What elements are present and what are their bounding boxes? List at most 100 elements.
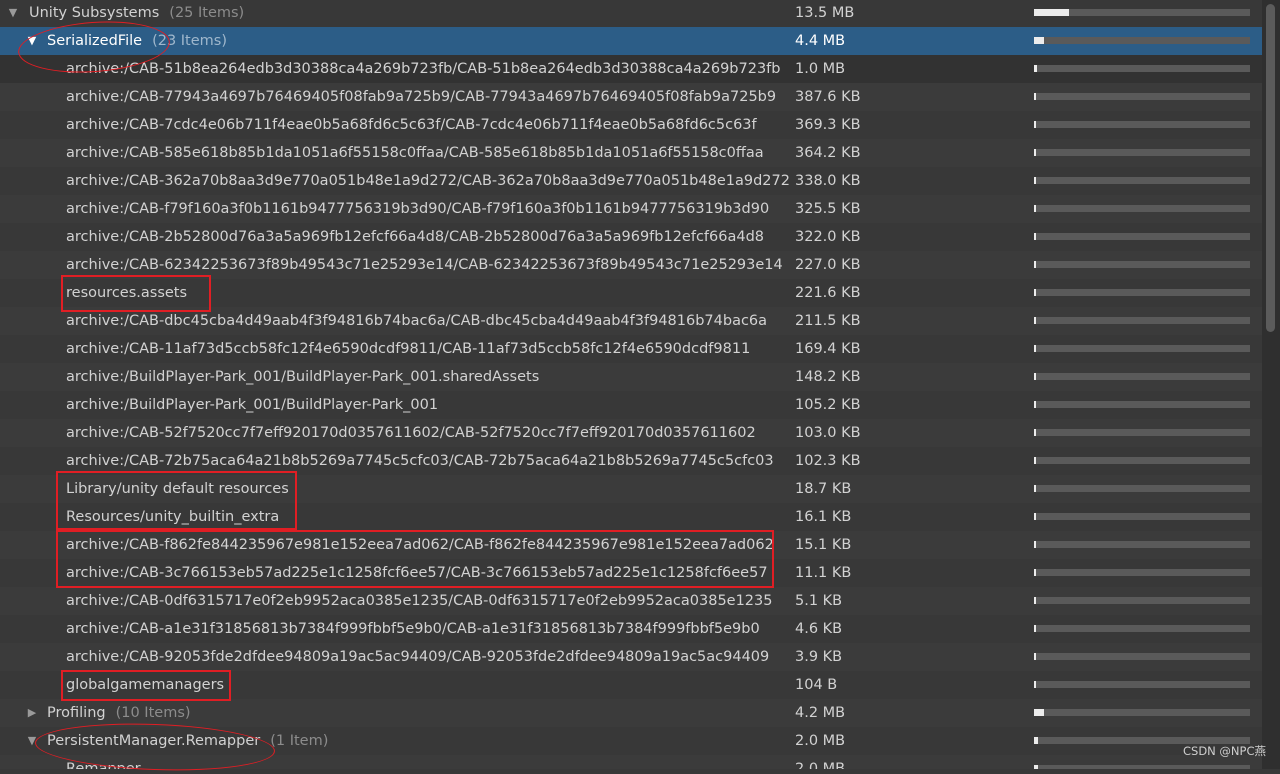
row-label: archive:/CAB-11af73d5ccb58fc12f4e6590dcd…	[66, 341, 751, 357]
row-label: archive:/CAB-52f7520cc7f7eff920170d03576…	[66, 425, 756, 441]
size-bar	[1034, 653, 1250, 660]
row-label: archive:/BuildPlayer-Park_001/BuildPlaye…	[66, 369, 540, 385]
size-bar-fill	[1034, 737, 1038, 744]
row-size: 105.2 KB	[795, 397, 861, 413]
tree-row[interactable]: archive:/CAB-52f7520cc7f7eff920170d03576…	[0, 419, 1262, 447]
size-bar-fill	[1034, 233, 1036, 240]
size-bar-fill	[1034, 149, 1036, 156]
tree-row[interactable]: archive:/CAB-f862fe844235967e981e152eea7…	[0, 531, 1262, 559]
size-bar-fill	[1034, 485, 1036, 492]
row-label: archive:/CAB-62342253673f89b49543c71e252…	[66, 257, 783, 273]
row-name: archive:/CAB-2b52800d76a3a5a969fb12efcf6…	[66, 223, 764, 251]
memory-tree-view[interactable]: ▼ Unity Subsystems (25 Items) 13.5 MB ▼ Seria…	[0, 0, 1262, 769]
expanded-arrow-icon[interactable]: ▼	[6, 0, 20, 27]
size-bar-fill	[1034, 681, 1036, 688]
row-name: resources.assets	[66, 279, 187, 307]
row-name: archive:/CAB-f79f160a3f0b1161b9477756319…	[66, 195, 769, 223]
size-bar-fill	[1034, 317, 1036, 324]
tree-row[interactable]: archive:/CAB-7cdc4e06b711f4eae0b5a68fd6c…	[0, 111, 1262, 139]
row-name: archive:/CAB-585e618b85b1da1051a6f55158c…	[66, 139, 764, 167]
tree-row[interactable]: archive:/CAB-2b52800d76a3a5a969fb12efcf6…	[0, 223, 1262, 251]
tree-row[interactable]: Remapper 2.0 MB	[0, 755, 1262, 769]
row-size: 102.3 KB	[795, 453, 861, 469]
row-name: archive:/CAB-362a70b8aa3d9e770a051b48e1a…	[66, 167, 790, 195]
size-bar-fill	[1034, 9, 1069, 16]
row-name: Profiling (10 Items)	[47, 699, 191, 727]
tree-row[interactable]: globalgamemanagers 104 B	[0, 671, 1262, 699]
size-bar-fill	[1034, 541, 1036, 548]
tree-row[interactable]: Resources/unity_builtin_extra 16.1 KB	[0, 503, 1262, 531]
tree-row[interactable]: resources.assets 221.6 KB	[0, 279, 1262, 307]
row-item-count: (25 Items)	[169, 5, 245, 21]
row-size: 387.6 KB	[795, 89, 861, 105]
row-size: 369.3 KB	[795, 117, 861, 133]
size-bar	[1034, 457, 1250, 464]
tree-row[interactable]: archive:/CAB-3c766153eb57ad225e1c1258fcf…	[0, 559, 1262, 587]
tree-row[interactable]: archive:/BuildPlayer-Park_001/BuildPlaye…	[0, 363, 1262, 391]
row-size: 13.5 MB	[795, 5, 855, 21]
row-label: archive:/CAB-f862fe844235967e981e152eea7…	[66, 537, 774, 553]
size-bar	[1034, 429, 1250, 436]
row-label: archive:/CAB-3c766153eb57ad225e1c1258fcf…	[66, 565, 768, 581]
collapsed-arrow-icon[interactable]: ▶	[25, 699, 39, 727]
row-name: archive:/CAB-dbc45cba4d49aab4f3f94816b74…	[66, 307, 767, 335]
size-bar-fill	[1034, 765, 1038, 769]
row-size: 18.7 KB	[795, 481, 852, 497]
size-bar-fill	[1034, 205, 1036, 212]
tree-row[interactable]: ▼ PersistentManager.Remapper (1 Item) 2.0 M…	[0, 727, 1262, 755]
tree-row[interactable]: ▶ Profiling (10 Items) 4.2 MB	[0, 699, 1262, 727]
size-bar-fill	[1034, 401, 1036, 408]
size-bar	[1034, 597, 1250, 604]
tree-row[interactable]: archive:/CAB-62342253673f89b49543c71e252…	[0, 251, 1262, 279]
watermark: CSDN @NPC燕	[1182, 744, 1266, 758]
tree-row[interactable]: archive:/BuildPlayer-Park_001/BuildPlaye…	[0, 391, 1262, 419]
scrollbar-thumb[interactable]	[1266, 4, 1275, 332]
tree-row[interactable]: archive:/CAB-362a70b8aa3d9e770a051b48e1a…	[0, 167, 1262, 195]
expanded-arrow-icon[interactable]: ▼	[25, 27, 39, 55]
size-bar-fill	[1034, 597, 1036, 604]
size-bar-fill	[1034, 513, 1036, 520]
size-bar	[1034, 625, 1250, 632]
row-label: archive:/CAB-51b8ea264edb3d30388ca4a269b…	[66, 61, 781, 77]
tree-row[interactable]: archive:/CAB-77943a4697b76469405f08fab9a…	[0, 83, 1262, 111]
row-name: archive:/BuildPlayer-Park_001/BuildPlaye…	[66, 391, 438, 419]
size-bar	[1034, 93, 1250, 100]
row-size: 4.4 MB	[795, 33, 846, 49]
tree-row[interactable]: archive:/CAB-dbc45cba4d49aab4f3f94816b74…	[0, 307, 1262, 335]
row-label: archive:/CAB-f79f160a3f0b1161b9477756319…	[66, 201, 770, 217]
tree-row[interactable]: archive:/CAB-51b8ea264edb3d30388ca4a269b…	[0, 55, 1262, 83]
row-label: Resources/unity_builtin_extra	[66, 509, 280, 525]
vertical-scrollbar[interactable]	[1262, 0, 1280, 769]
row-size: 2.0 MB	[795, 733, 846, 749]
row-name: Library/unity default resources	[66, 475, 289, 503]
size-bar-fill	[1034, 345, 1036, 352]
tree-row[interactable]: archive:/CAB-585e618b85b1da1051a6f55158c…	[0, 139, 1262, 167]
tree-row[interactable]: archive:/CAB-f79f160a3f0b1161b9477756319…	[0, 195, 1262, 223]
tree-row[interactable]: archive:/CAB-0df6315717e0f2eb9952aca0385…	[0, 587, 1262, 615]
row-label: PersistentManager.Remapper	[47, 733, 261, 749]
row-size: 2.0 MB	[795, 761, 846, 769]
tree-row[interactable]: archive:/CAB-92053fde2dfdee94809a19ac5ac…	[0, 643, 1262, 671]
row-label: archive:/BuildPlayer-Park_001/BuildPlaye…	[66, 397, 439, 413]
expanded-arrow-icon[interactable]: ▼	[25, 727, 39, 755]
size-bar	[1034, 681, 1250, 688]
row-name: archive:/CAB-3c766153eb57ad225e1c1258fcf…	[66, 559, 768, 587]
row-size: 3.9 KB	[795, 649, 843, 665]
row-name: Unity Subsystems (25 Items)	[29, 0, 244, 27]
size-bar-fill	[1034, 429, 1036, 436]
size-bar	[1034, 149, 1250, 156]
tree-row[interactable]: Library/unity default resources 18.7 KB	[0, 475, 1262, 503]
tree-row[interactable]: archive:/CAB-a1e31f31856813b7384f999fbbf…	[0, 615, 1262, 643]
tree-row[interactable]: ▼ SerializedFile (23 Items) 4.4 MB	[0, 27, 1262, 55]
size-bar-fill	[1034, 653, 1036, 660]
row-size: 221.6 KB	[795, 285, 861, 301]
tree-row[interactable]: archive:/CAB-11af73d5ccb58fc12f4e6590dcd…	[0, 335, 1262, 363]
row-name: archive:/CAB-0df6315717e0f2eb9952aca0385…	[66, 587, 773, 615]
row-size: 16.1 KB	[795, 509, 852, 525]
tree-row[interactable]: archive:/CAB-72b75aca64a21b8b5269a7745c5…	[0, 447, 1262, 475]
size-bar	[1034, 709, 1250, 716]
row-name: archive:/CAB-f862fe844235967e981e152eea7…	[66, 531, 774, 559]
size-bar-fill	[1034, 121, 1036, 128]
row-size: 103.0 KB	[795, 425, 861, 441]
tree-row[interactable]: ▼ Unity Subsystems (25 Items) 13.5 MB	[0, 0, 1262, 27]
